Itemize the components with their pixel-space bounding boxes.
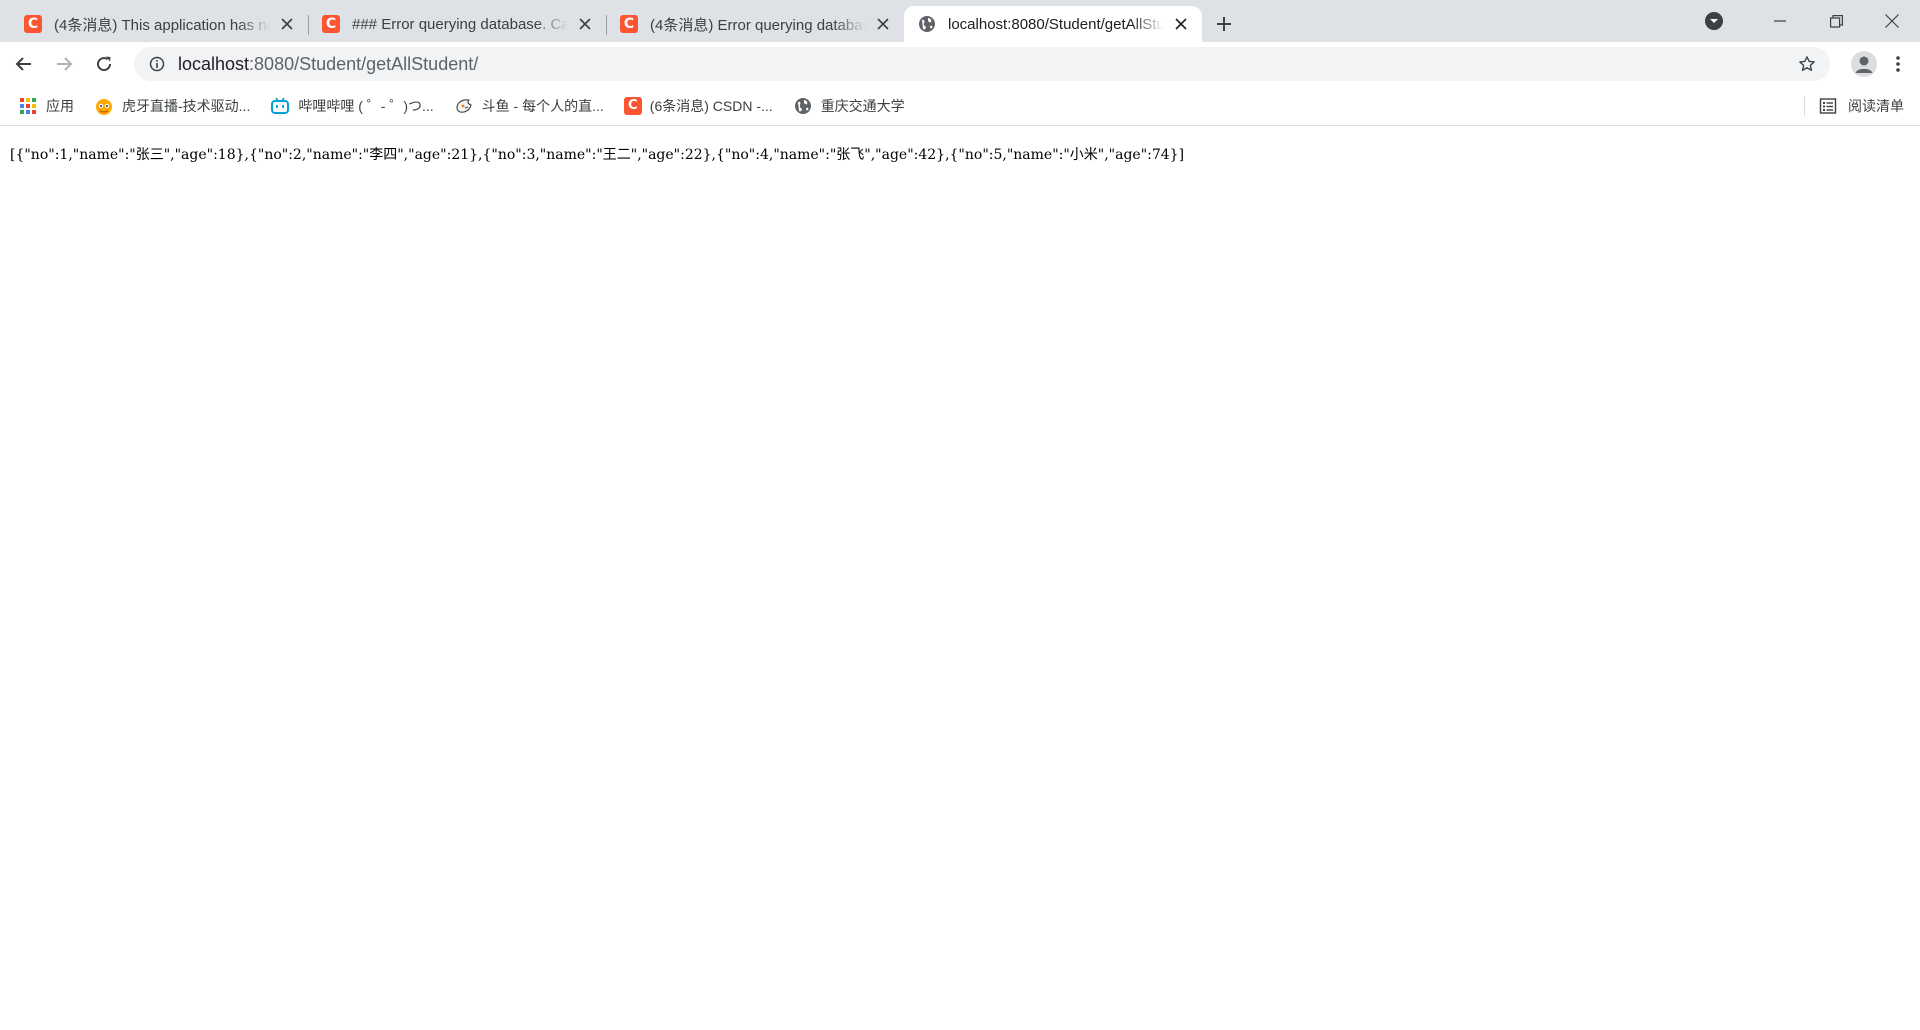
bookmark-bilibili[interactable]: 哔哩哔哩 ( ゜- ゜)つ... xyxy=(270,91,441,121)
arrow-right-icon xyxy=(57,57,73,71)
kebab-menu-icon xyxy=(1896,56,1900,72)
bookmark-douyu[interactable]: 斗鱼 - 每个人的直... xyxy=(454,91,612,121)
tab-2[interactable]: C ### Error querying database. Cause xyxy=(308,6,606,42)
arrow-left-icon xyxy=(15,57,31,71)
tab-list: C (4条消息) This application has no explici… xyxy=(0,0,1242,42)
tab-3[interactable]: C (4条消息) Error querying database xyxy=(606,6,904,42)
douyu-icon xyxy=(454,96,474,116)
globe-icon xyxy=(918,15,936,33)
browser-window: C (4条消息) This application has no explici… xyxy=(0,0,1920,1030)
forward-button[interactable] xyxy=(46,46,82,82)
window-controls xyxy=(1694,0,1920,42)
address-bar[interactable]: localhost:8080/Student/getAllStudent/ xyxy=(134,47,1830,81)
csdn-icon: C xyxy=(623,96,642,115)
url-host: localhost xyxy=(178,53,250,74)
tab-title: (4条消息) This application has no explicit … xyxy=(54,16,270,34)
minimize-icon xyxy=(1774,20,1786,22)
bookmark-star-icon[interactable] xyxy=(1792,49,1822,79)
tab-4-active[interactable]: localhost:8080/Student/getAllStudent/ xyxy=(904,6,1202,42)
reload-icon xyxy=(97,56,112,72)
bookmark-apps[interactable]: 应用 xyxy=(18,91,82,121)
back-button[interactable] xyxy=(6,46,42,82)
tab-strip: C (4条消息) This application has no explici… xyxy=(0,0,1920,42)
bookmark-label: 应用 xyxy=(46,97,74,114)
csdn-icon: C xyxy=(322,15,340,33)
site-info-icon[interactable] xyxy=(148,55,166,73)
close-icon[interactable] xyxy=(1172,15,1190,33)
plus-icon xyxy=(1217,17,1231,31)
apps-grid-icon xyxy=(18,96,38,116)
reading-list-button[interactable]: 阅读清单 xyxy=(1804,86,1904,126)
chevron-down-icon xyxy=(1705,12,1723,30)
close-icon[interactable] xyxy=(576,15,594,33)
bilibili-icon xyxy=(270,96,290,116)
csdn-icon: C xyxy=(620,15,638,33)
new-tab-button[interactable] xyxy=(1206,6,1242,42)
close-icon xyxy=(1885,14,1899,28)
bookmark-label: 斗鱼 - 每个人的直... xyxy=(481,97,604,114)
huya-icon xyxy=(94,96,114,116)
tab-title: (4条消息) Error querying database xyxy=(650,16,866,34)
minimize-button[interactable] xyxy=(1752,0,1808,42)
bookmarks-bar: 应用 虎牙直播-技术驱动... 哔哩哔哩 (゜- ゜)つ... 斗鱼 - 每个… xyxy=(0,86,1920,126)
restore-button[interactable] xyxy=(1808,0,1864,42)
person-icon xyxy=(1855,56,1873,73)
menu-button[interactable] xyxy=(1882,46,1914,82)
reading-list-label: 阅读清单 xyxy=(1848,98,1904,114)
close-window-button[interactable] xyxy=(1864,0,1920,42)
avatar xyxy=(1851,51,1877,77)
bookmark-csdn[interactable]: C (6条消息) CSDN -... xyxy=(623,91,781,121)
tab-search-button[interactable] xyxy=(1694,3,1734,39)
url-path: :8080/Student/getAllStudent/ xyxy=(249,53,479,74)
close-icon[interactable] xyxy=(278,15,296,33)
globe-icon xyxy=(793,96,813,116)
page-json-output: [{"no":1,"name":"张三","age":18},{"no":2,"… xyxy=(10,147,1185,163)
restore-icon xyxy=(1829,14,1843,28)
url-text[interactable]: localhost:8080/Student/getAllStudent/ xyxy=(178,54,1792,75)
tab-1[interactable]: C (4条消息) This application has no explici… xyxy=(10,6,308,42)
close-icon[interactable] xyxy=(874,15,892,33)
tab-title: localhost:8080/Student/getAllStudent/ xyxy=(948,15,1164,33)
tab-title: ### Error querying database. Cause xyxy=(352,15,568,33)
bookmark-cqjtu[interactable]: 重庆交通大学 xyxy=(793,91,913,121)
bookmark-label: 哔哩哔哩 ( ゜- ゜)つ... xyxy=(298,97,434,114)
reading-list-icon xyxy=(1818,96,1838,116)
reload-button[interactable] xyxy=(86,46,122,82)
profile-button[interactable] xyxy=(1846,46,1882,82)
toolbar: localhost:8080/Student/getAllStudent/ xyxy=(0,42,1920,86)
bookmark-huya[interactable]: 虎牙直播-技术驱动... xyxy=(94,91,258,121)
csdn-icon: C xyxy=(24,15,42,33)
bookmark-label: 重庆交通大学 xyxy=(820,97,905,114)
bookmark-label: 虎牙直播-技术驱动... xyxy=(122,97,251,114)
bookmark-label: (6条消息) CSDN -... xyxy=(649,97,773,114)
